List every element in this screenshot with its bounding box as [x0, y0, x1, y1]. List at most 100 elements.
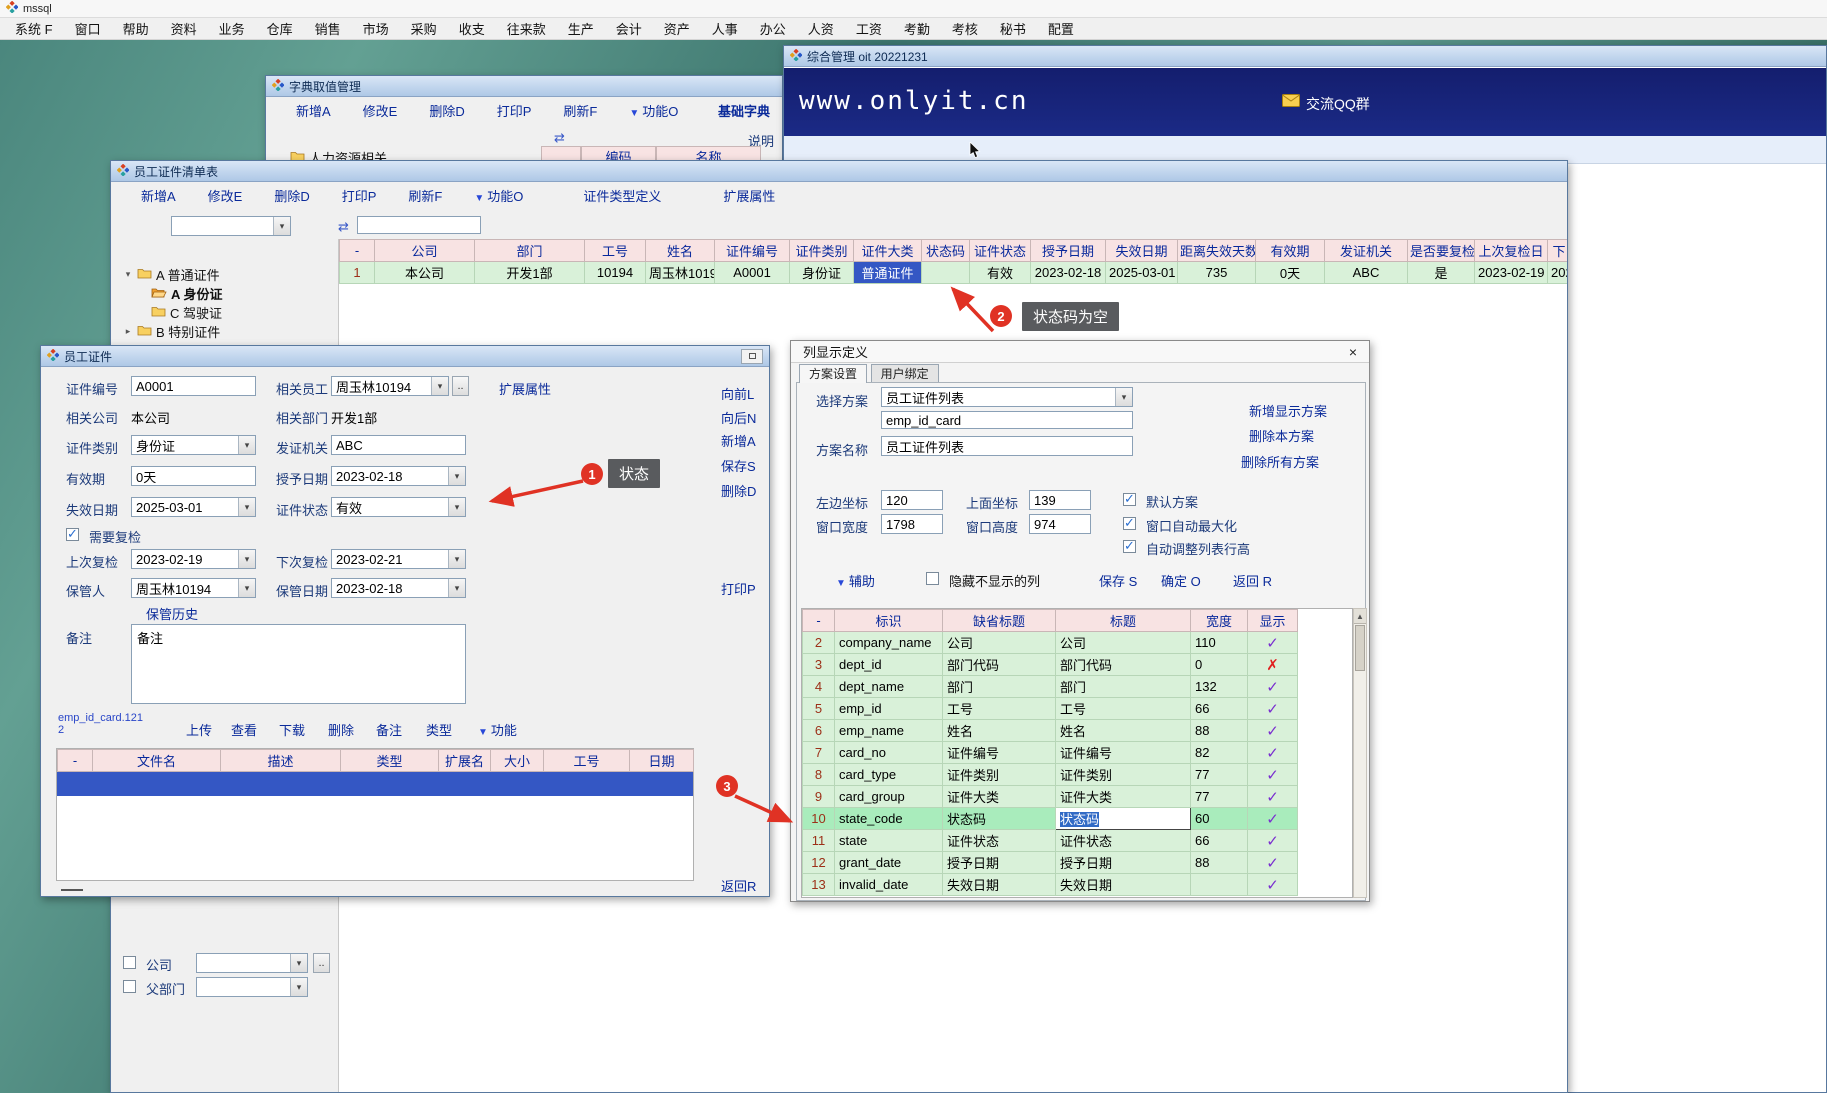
cell-width[interactable]: 88 — [1191, 852, 1248, 874]
rel-emp-combo[interactable]: 周玉林10194▾ — [331, 376, 449, 396]
company-more-button[interactable]: .. — [313, 953, 330, 973]
nav-next-link[interactable]: 向后N — [721, 408, 756, 427]
chevron-down-icon[interactable]: ▾ — [273, 217, 290, 235]
cell-default-title[interactable]: 公司 — [943, 632, 1056, 654]
refresh-button[interactable]: 刷新F — [408, 186, 442, 205]
cell-show[interactable]: ✓ — [1248, 786, 1298, 808]
cell-show[interactable]: ✓ — [1248, 676, 1298, 698]
ext-attr-link[interactable]: 扩展属性 — [499, 379, 551, 398]
cell-title[interactable]: 证件大类 — [1056, 786, 1191, 808]
keeper-combo[interactable]: 周玉林10194▾ — [131, 578, 256, 598]
ok-link[interactable]: 确定 O — [1161, 571, 1201, 590]
cell-next[interactable]: 202 — [1548, 262, 1569, 284]
cell-field-id[interactable]: card_group — [835, 786, 943, 808]
card-no-input[interactable] — [131, 376, 256, 396]
cell-row-number[interactable]: 10 — [803, 808, 835, 830]
chevron-down-icon[interactable]: ▾ — [448, 550, 465, 568]
column-def-titlebar[interactable]: 列显示定义 × — [791, 341, 1369, 363]
cell-title[interactable]: 证件编号 — [1056, 742, 1191, 764]
assist-button[interactable]: ▼辅助 — [836, 571, 875, 590]
card-type-combo[interactable]: 身份证▾ — [131, 435, 256, 455]
cell-issuer[interactable]: ABC — [1325, 262, 1408, 284]
column-header[interactable]: 授予日期 — [1031, 240, 1106, 262]
delete-button[interactable]: 删除D — [429, 101, 464, 120]
chevron-down-icon[interactable]: ▾ — [448, 498, 465, 516]
type-link[interactable]: 类型 — [426, 720, 452, 739]
cell-valid-period[interactable]: 0天 — [1256, 262, 1325, 284]
base-dict-button[interactable]: 基础字典 — [718, 101, 770, 120]
cell-field-id[interactable]: company_name — [835, 632, 943, 654]
menu-item-data[interactable]: 资料 — [160, 19, 208, 38]
chevron-down-icon[interactable]: ▾ — [238, 498, 255, 516]
nav-prev-link[interactable]: 向前L — [721, 384, 754, 403]
cell-show[interactable]: ✓ — [1248, 808, 1298, 830]
menu-item-production[interactable]: 生产 — [557, 19, 605, 38]
cell-default-title[interactable]: 证件编号 — [943, 742, 1056, 764]
last-recheck-picker[interactable]: 2023-02-19▾ — [131, 549, 256, 569]
column-header[interactable]: 姓名 — [646, 240, 715, 262]
cell-title[interactable]: 公司 — [1056, 632, 1191, 654]
chevron-down-icon[interactable]: ▾ — [238, 436, 255, 454]
cell-card-group-selected[interactable]: 普通证件 — [854, 262, 922, 284]
cell-width[interactable]: 82 — [1191, 742, 1248, 764]
cell-grant-date[interactable]: 2023-02-18 — [1031, 262, 1106, 284]
function-link[interactable]: ▼功能 — [478, 720, 517, 739]
cell-default-title[interactable]: 授予日期 — [943, 852, 1056, 874]
delete-all-plans-link[interactable]: 删除所有方案 — [1241, 452, 1319, 471]
column-header[interactable]: 证件编号 — [715, 240, 790, 262]
column-header[interactable]: 上次复检日 — [1475, 240, 1548, 262]
column-header[interactable]: 发证机关 — [1325, 240, 1408, 262]
menu-item-window[interactable]: 窗口 — [64, 19, 112, 38]
tree-collapse-icon[interactable]: ▾ — [123, 269, 133, 280]
column-header[interactable]: - — [340, 240, 375, 262]
tree-node-normal-certs[interactable]: ▾ A 普通证件 — [123, 265, 220, 283]
chevron-down-icon[interactable]: ▾ — [238, 579, 255, 597]
cell-width[interactable] — [1191, 874, 1248, 896]
cell-emp-name[interactable]: 周玉林10194 — [646, 262, 715, 284]
cell-row-number[interactable]: 11 — [803, 830, 835, 852]
edit-button[interactable]: 修改E — [363, 101, 398, 120]
column-header[interactable]: 部门 — [475, 240, 585, 262]
cell-default-title[interactable]: 证件类别 — [943, 764, 1056, 786]
cell-field-id[interactable]: card_type — [835, 764, 943, 786]
cell-show[interactable]: ✓ — [1248, 874, 1298, 896]
quick-search-input[interactable] — [357, 216, 481, 234]
cell-company[interactable]: 本公司 — [375, 262, 475, 284]
download-link[interactable]: 下载 — [279, 720, 305, 739]
menu-item-config[interactable]: 配置 — [1037, 19, 1085, 38]
menu-item-hr[interactable]: 人事 — [701, 19, 749, 38]
cell-show[interactable]: ✗ — [1248, 654, 1298, 676]
nav-back-link[interactable]: 返回R — [721, 876, 756, 895]
app-titlebar[interactable]: mssql — [0, 0, 1827, 18]
cell-default-title[interactable]: 失效日期 — [943, 874, 1056, 896]
auto-row-height-checkbox[interactable] — [1123, 540, 1136, 553]
tree-expand-icon[interactable]: ▸ — [123, 326, 133, 337]
menu-item-secretary[interactable]: 秘书 — [989, 19, 1037, 38]
column-header[interactable]: 下 — [1548, 240, 1569, 262]
tab-plan-settings[interactable]: 方案设置 — [799, 364, 867, 383]
swap-icon[interactable]: ⇄ — [338, 219, 349, 235]
win-width-input[interactable] — [881, 514, 943, 534]
keep-history-link[interactable]: 保管历史 — [146, 604, 198, 623]
cell-width[interactable]: 77 — [1191, 786, 1248, 808]
chevron-down-icon[interactable]: ▾ — [448, 467, 465, 485]
delete-plan-link[interactable]: 删除本方案 — [1249, 426, 1314, 445]
chevron-down-icon[interactable]: ▾ — [290, 978, 307, 996]
column-header[interactable]: 距离失效天数 — [1178, 240, 1256, 262]
cell-row-number[interactable]: 9 — [803, 786, 835, 808]
cell-row-number[interactable]: 4 — [803, 676, 835, 698]
column-header[interactable]: 是否要复检 — [1408, 240, 1475, 262]
cell-row-number[interactable]: 3 — [803, 654, 835, 676]
cell-state[interactable]: 有效 — [970, 262, 1031, 284]
upload-link[interactable]: 上传 — [186, 720, 212, 739]
cell-width[interactable]: 77 — [1191, 764, 1248, 786]
company-filter-combo[interactable]: ▾ — [196, 953, 308, 973]
menu-item-warehouse[interactable]: 仓库 — [256, 19, 304, 38]
save-link[interactable]: 保存 S — [1099, 571, 1137, 590]
cell-dept[interactable]: 开发1部 — [475, 262, 585, 284]
function-button[interactable]: ▼功能O — [629, 101, 678, 120]
cell-invalid-date[interactable]: 2025-03-01 — [1106, 262, 1178, 284]
cell-field-id[interactable]: emp_name — [835, 720, 943, 742]
top-coord-input[interactable] — [1029, 490, 1091, 510]
cell-default-title[interactable]: 证件大类 — [943, 786, 1056, 808]
